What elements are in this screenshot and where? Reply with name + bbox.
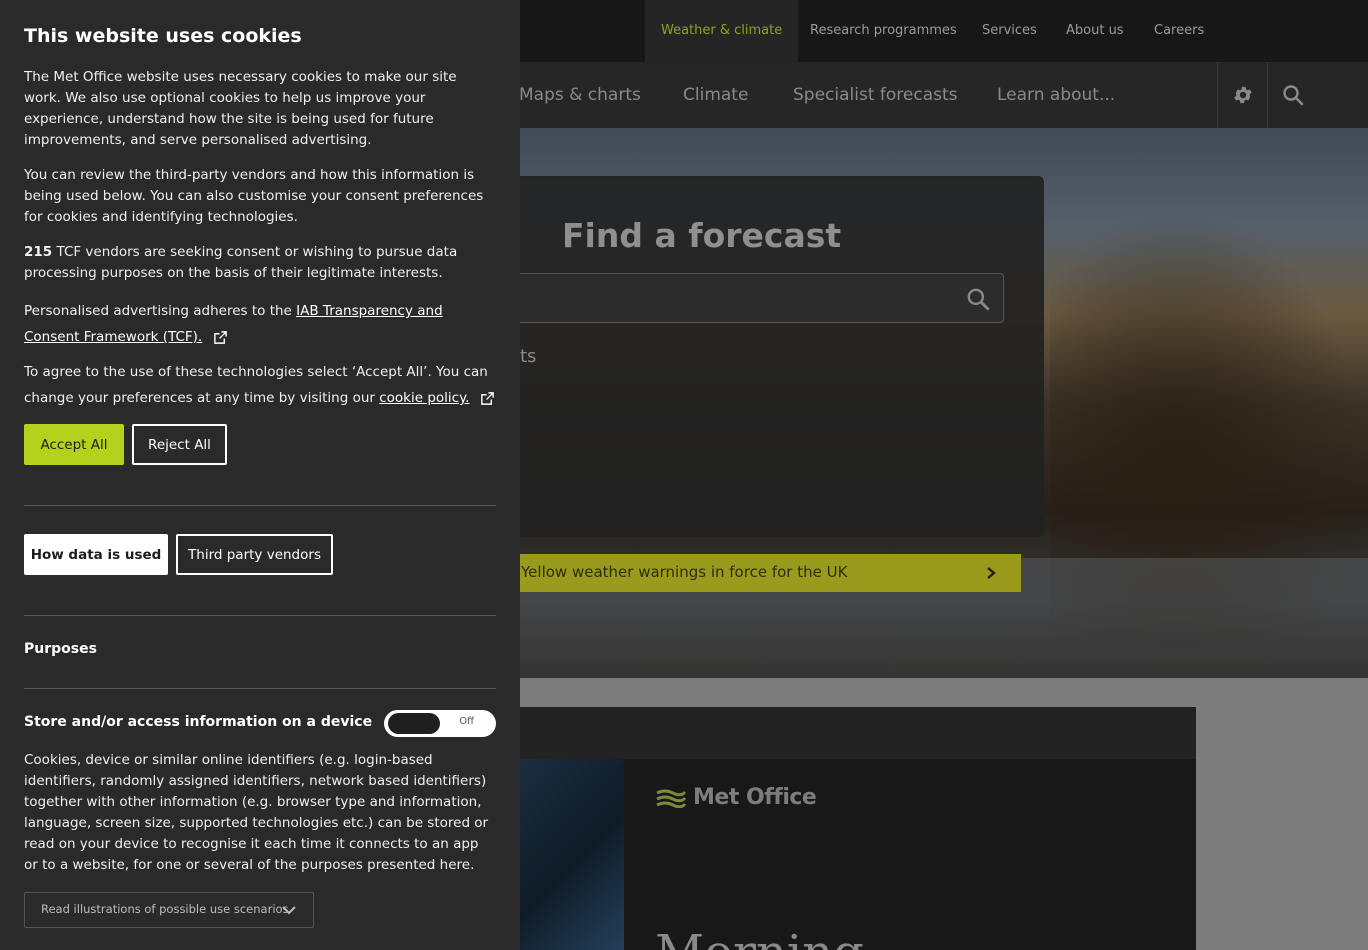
toggle-knob bbox=[388, 713, 440, 734]
chevron-right-icon bbox=[987, 567, 996, 579]
mainnav-climate[interactable]: Climate bbox=[683, 62, 748, 128]
use-scenarios-label: Read illustrations of possible use scena… bbox=[41, 902, 289, 916]
mainnav-specialist[interactable]: Specialist forecasts bbox=[793, 62, 958, 128]
forecast-link-fragment[interactable]: ts bbox=[520, 346, 536, 367]
cookie-intro-text: The Met Office website uses necessary co… bbox=[24, 69, 457, 148]
vendor-count-description: TCF vendors are seeking consent or wishi… bbox=[24, 244, 458, 281]
divider bbox=[24, 615, 496, 616]
toggle-state-label: Off bbox=[459, 716, 474, 727]
warning-text: Yellow weather warnings in force for the… bbox=[521, 563, 848, 581]
logo-text: Met Office bbox=[693, 785, 817, 810]
search-icon[interactable] bbox=[965, 286, 991, 312]
weather-warning-banner[interactable]: Yellow weather warnings in force for the… bbox=[470, 554, 1021, 592]
external-link-icon bbox=[480, 391, 494, 405]
cookie-review-text: You can review the third-party vendors a… bbox=[24, 167, 484, 225]
forecast-title: Find a forecast bbox=[562, 216, 842, 255]
use-scenarios-dropdown[interactable]: Read illustrations of possible use scena… bbox=[24, 892, 314, 928]
mainnav-maps-charts[interactable]: Maps & charts bbox=[519, 62, 641, 128]
cookie-policy-link[interactable]: cookie policy. bbox=[379, 390, 469, 406]
mainnav-learn[interactable]: Learn about... bbox=[997, 62, 1115, 128]
topnav-research[interactable]: Research programmes bbox=[810, 0, 957, 62]
third-party-vendors-tab[interactable]: Third party vendors bbox=[176, 534, 333, 575]
topnav-weather-climate[interactable]: Weather & climate bbox=[645, 0, 799, 62]
agree-text: To agree to the use of these technologie… bbox=[24, 359, 496, 411]
gear-icon bbox=[1233, 86, 1252, 104]
forecast-search-input[interactable] bbox=[470, 273, 1004, 323]
topnav-about[interactable]: About us bbox=[1066, 0, 1124, 62]
promo-headline: Morning bbox=[655, 925, 864, 950]
divider bbox=[24, 688, 496, 689]
cookie-title: This website uses cookies bbox=[24, 25, 302, 47]
met-office-logo: Met Office bbox=[655, 785, 817, 810]
topnav-services[interactable]: Services bbox=[982, 0, 1037, 62]
store-access-heading: Store and/or access information on a dev… bbox=[24, 714, 373, 730]
external-link-icon bbox=[213, 330, 227, 344]
met-office-logo-icon bbox=[656, 789, 687, 808]
divider bbox=[24, 505, 496, 506]
accept-all-button[interactable]: Accept All bbox=[24, 424, 124, 465]
search-button[interactable] bbox=[1267, 62, 1317, 128]
cookie-consent-panel: This website uses cookies The Met Office… bbox=[0, 0, 520, 950]
purposes-heading: Purposes bbox=[24, 641, 97, 657]
iab-text: Personalised advertising adheres to the … bbox=[24, 298, 496, 350]
search-icon bbox=[1282, 85, 1303, 106]
promo-header-strip bbox=[470, 707, 1196, 759]
iab-prefix: Personalised advertising adheres to the bbox=[24, 303, 292, 319]
find-forecast-card: Find a forecast ts bbox=[470, 176, 1044, 537]
reject-all-button[interactable]: Reject All bbox=[132, 424, 227, 465]
vendor-count-text: 215 TCF vendors are seeking consent or w… bbox=[24, 242, 496, 284]
chevron-down-icon bbox=[282, 906, 296, 915]
settings-button[interactable] bbox=[1217, 62, 1267, 128]
topnav-careers[interactable]: Careers bbox=[1154, 0, 1204, 62]
store-access-description: Cookies, device or similar online identi… bbox=[24, 752, 489, 873]
promo-card: Met Office Morning bbox=[470, 707, 1196, 950]
store-access-toggle[interactable]: Off bbox=[384, 710, 496, 737]
how-data-is-used-tab[interactable]: How data is used bbox=[24, 534, 168, 575]
vendor-count: 215 bbox=[24, 244, 53, 260]
